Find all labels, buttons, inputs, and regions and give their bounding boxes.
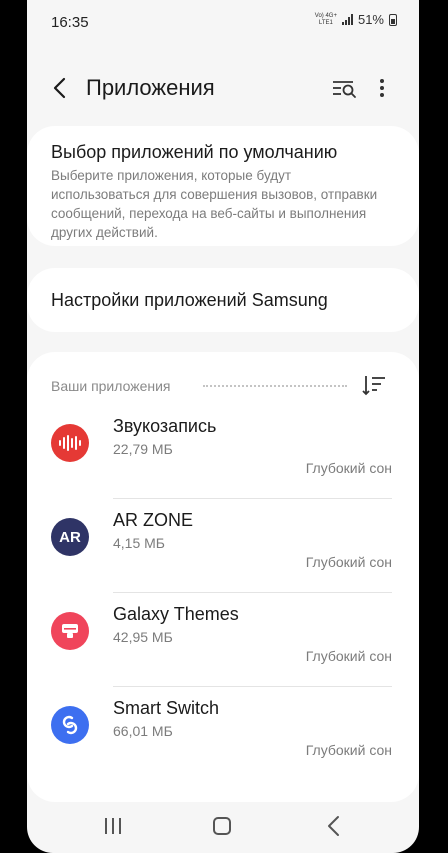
recent-apps-icon[interactable] (102, 816, 124, 836)
home-icon[interactable] (213, 817, 231, 835)
your-apps-card: Ваши приложения Звукозапись 22,79 МБ Глу… (27, 352, 419, 802)
network-type-top: Vo) 4G+ (314, 12, 337, 19)
signal-icon (341, 14, 353, 25)
app-size: 66,01 МБ (113, 723, 173, 739)
network-type-bottom: LTE1 (318, 19, 333, 26)
app-state: Глубокий сон (305, 460, 392, 476)
navigation-bar (27, 800, 419, 853)
app-state: Глубокий сон (305, 554, 392, 570)
app-row-smart-switch[interactable]: Smart Switch 66,01 МБ Глубокий сон (27, 686, 419, 780)
section-divider-dots (203, 385, 347, 387)
ar-zone-icon-text: AR (59, 528, 81, 546)
row-divider (113, 592, 392, 593)
status-bar: 16:35 Vo) 4G+ LTE1 51% (27, 0, 419, 44)
nav-back-icon[interactable] (325, 815, 343, 837)
app-size: 22,79 МБ (113, 441, 173, 457)
list-search-icon[interactable] (331, 76, 357, 100)
samsung-settings-title: Настройки приложений Samsung (51, 290, 328, 310)
app-row-voice-recorder[interactable]: Звукозапись 22,79 МБ Глубокий сон (27, 404, 419, 498)
app-row-galaxy-themes[interactable]: Galaxy Themes 42,95 МБ Глубокий сон (27, 592, 419, 686)
smart-switch-icon (51, 706, 89, 744)
app-row-ar-zone[interactable]: AR AR ZONE 4,15 МБ Глубокий сон (27, 498, 419, 592)
app-name: Smart Switch (113, 698, 220, 718)
network-indicator: Vo) 4G+ LTE1 (315, 13, 337, 27)
default-apps-description: Выберите приложения, которые будут испол… (51, 168, 378, 240)
page-title: Приложения (86, 75, 215, 100)
row-divider (113, 686, 392, 687)
app-name: Звукозапись (113, 416, 217, 436)
app-state: Глубокий сон (305, 648, 392, 664)
samsung-settings-card[interactable]: Настройки приложений Samsung (27, 268, 419, 332)
default-apps-card[interactable]: Выбор приложений по умолчанию Выберите п… (27, 126, 419, 246)
ar-zone-icon: AR (51, 518, 89, 556)
app-size: 42,95 МБ (113, 629, 173, 645)
your-apps-label: Ваши приложения (51, 378, 171, 394)
status-icons: Vo) 4G+ LTE1 51% (315, 12, 397, 27)
app-size: 4,15 МБ (113, 535, 165, 551)
app-name: AR ZONE (113, 510, 194, 530)
battery-percent: 51% (357, 12, 384, 27)
voice-recorder-icon (51, 424, 89, 462)
phone-screen: 16:35 Vo) 4G+ LTE1 51% Приложения Выбор … (27, 0, 419, 853)
battery-icon (389, 13, 397, 26)
default-apps-title: Выбор приложений по умолчанию (51, 142, 338, 162)
row-divider (113, 498, 392, 499)
sort-icon[interactable] (361, 374, 387, 396)
app-name: Galaxy Themes (113, 604, 239, 624)
app-state: Глубокий сон (305, 742, 392, 758)
app-bar: Приложения (27, 60, 419, 116)
more-vert-icon[interactable] (373, 76, 391, 100)
status-time: 16:35 (51, 14, 89, 31)
galaxy-themes-icon (51, 612, 89, 650)
back-arrow-icon[interactable] (49, 74, 73, 102)
